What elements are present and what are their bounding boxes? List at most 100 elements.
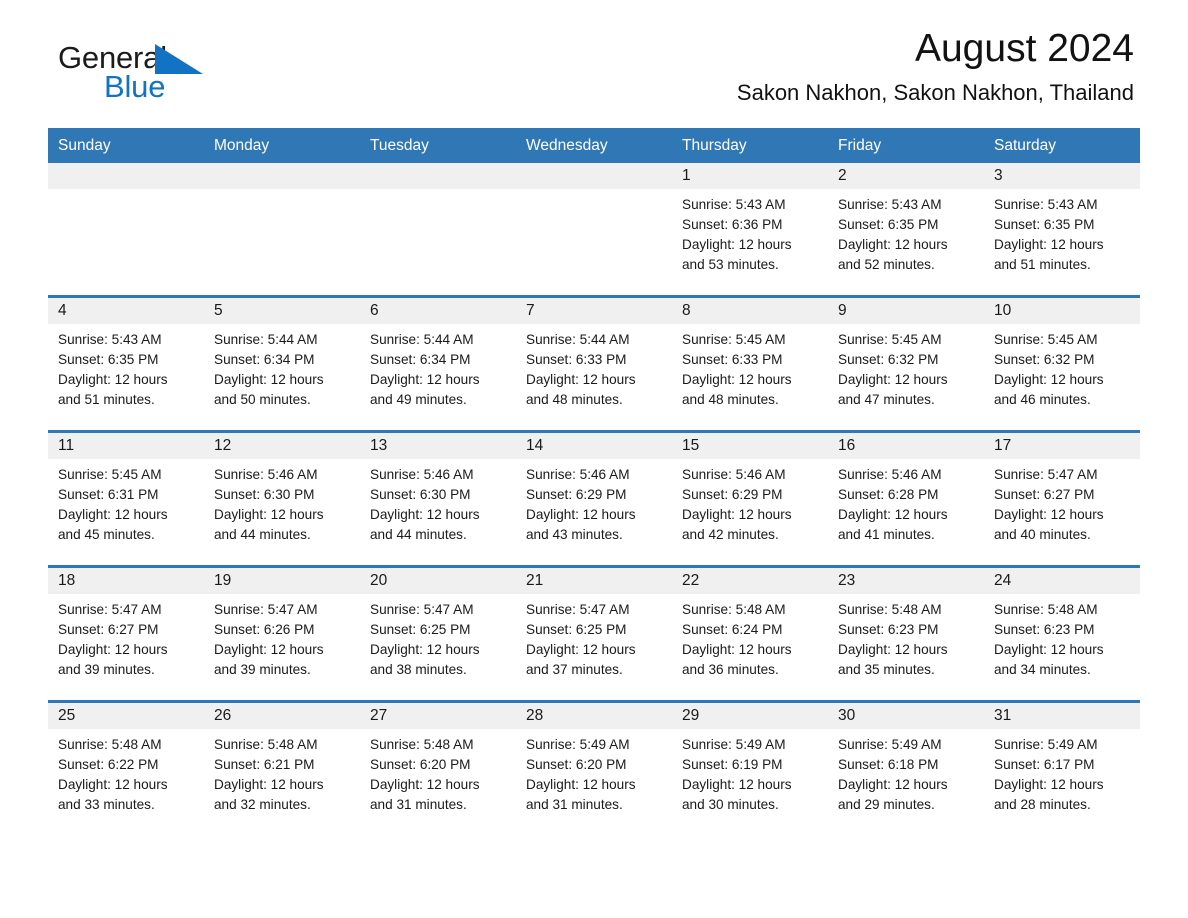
- sunset-text: Sunset: 6:25 PM: [526, 622, 627, 637]
- daylight-text-line1: Daylight: 12 hours: [994, 237, 1104, 252]
- sunrise-text: Sunrise: 5:48 AM: [994, 602, 1098, 617]
- daylight-text-line1: Daylight: 12 hours: [370, 507, 480, 522]
- sunset-text: Sunset: 6:19 PM: [682, 757, 783, 772]
- day-details: Sunrise: 5:44 AM Sunset: 6:34 PM Daylight:…: [204, 324, 360, 410]
- calendar-day-cell[interactable]: 24 Sunrise: 5:48 AM Sunset: 6:23 PM Dayligh…: [984, 568, 1140, 700]
- calendar-day-cell[interactable]: 16 Sunrise: 5:46 AM Sunset: 6:28 PM Dayligh…: [828, 433, 984, 565]
- daylight-text-line1: Daylight: 12 hours: [370, 777, 480, 792]
- day-number: 5: [204, 298, 360, 324]
- day-number: 1: [672, 163, 828, 189]
- calendar-day-cell[interactable]: 15 Sunrise: 5:46 AM Sunset: 6:29 PM Dayligh…: [672, 433, 828, 565]
- calendar-day-cell[interactable]: 2 Sunrise: 5:43 AM Sunset: 6:35 PM Daylight…: [828, 163, 984, 295]
- calendar-day-cell[interactable]: 26 Sunrise: 5:48 AM Sunset: 6:21 PM Dayligh…: [204, 703, 360, 835]
- day-details: Sunrise: 5:47 AM Sunset: 6:26 PM Daylight:…: [204, 594, 360, 680]
- daylight-text-line2: and 39 minutes.: [58, 662, 155, 677]
- sunrise-text: Sunrise: 5:47 AM: [994, 467, 1098, 482]
- calendar-day-cell[interactable]: 27 Sunrise: 5:48 AM Sunset: 6:20 PM Dayligh…: [360, 703, 516, 835]
- daylight-text-line1: Daylight: 12 hours: [682, 372, 792, 387]
- daylight-text-line1: Daylight: 12 hours: [838, 777, 948, 792]
- calendar-day-cell[interactable]: 18 Sunrise: 5:47 AM Sunset: 6:27 PM Dayligh…: [48, 568, 204, 700]
- daylight-text-line1: Daylight: 12 hours: [214, 642, 324, 657]
- day-details: Sunrise: 5:46 AM Sunset: 6:29 PM Daylight:…: [672, 459, 828, 545]
- sunrise-text: Sunrise: 5:45 AM: [58, 467, 162, 482]
- weekday-header-saturday: Saturday: [994, 137, 1057, 154]
- sunset-text: Sunset: 6:20 PM: [526, 757, 627, 772]
- calendar-day-cell[interactable]: 5 Sunrise: 5:44 AM Sunset: 6:34 PM Daylight…: [204, 298, 360, 430]
- daylight-text-line2: and 40 minutes.: [994, 527, 1091, 542]
- sunrise-text: Sunrise: 5:49 AM: [682, 737, 786, 752]
- calendar-day-cell[interactable]: 21 Sunrise: 5:47 AM Sunset: 6:25 PM Dayligh…: [516, 568, 672, 700]
- daylight-text-line1: Daylight: 12 hours: [838, 642, 948, 657]
- calendar-day-cell[interactable]: 3 Sunrise: 5:43 AM Sunset: 6:35 PM Daylight…: [984, 163, 1140, 295]
- daylight-text-line1: Daylight: 12 hours: [526, 777, 636, 792]
- sunset-text: Sunset: 6:23 PM: [994, 622, 1095, 637]
- daylight-text-line2: and 49 minutes.: [370, 392, 467, 407]
- calendar-grid: Sunday Monday Tuesday Wednesday Thursday Frid…: [48, 128, 1140, 835]
- calendar-day-cell[interactable]: 29 Sunrise: 5:49 AM Sunset: 6:19 PM Dayligh…: [672, 703, 828, 835]
- sunset-text: Sunset: 6:33 PM: [682, 352, 783, 367]
- day-details: Sunrise: 5:48 AM Sunset: 6:20 PM Daylight:…: [360, 729, 516, 815]
- sunset-text: Sunset: 6:31 PM: [58, 487, 159, 502]
- day-number: 31: [984, 703, 1140, 729]
- sunrise-text: Sunrise: 5:45 AM: [838, 332, 942, 347]
- day-details: Sunrise: 5:43 AM Sunset: 6:36 PM Daylight:…: [672, 189, 828, 275]
- day-number: 22: [672, 568, 828, 594]
- calendar-day-cell[interactable]: 19 Sunrise: 5:47 AM Sunset: 6:26 PM Dayligh…: [204, 568, 360, 700]
- daylight-text-line1: Daylight: 12 hours: [58, 642, 168, 657]
- calendar-day-cell[interactable]: 6 Sunrise: 5:44 AM Sunset: 6:34 PM Daylight…: [360, 298, 516, 430]
- calendar-day-cell[interactable]: 22 Sunrise: 5:48 AM Sunset: 6:24 PM Dayligh…: [672, 568, 828, 700]
- day-number: 16: [828, 433, 984, 459]
- day-number: 9: [828, 298, 984, 324]
- calendar-day-cell[interactable]: 17 Sunrise: 5:47 AM Sunset: 6:27 PM Dayligh…: [984, 433, 1140, 565]
- day-number: 24: [984, 568, 1140, 594]
- calendar-day-cell[interactable]: 13 Sunrise: 5:46 AM Sunset: 6:30 PM Dayligh…: [360, 433, 516, 565]
- day-number: 27: [360, 703, 516, 729]
- header-titles: August 2024 Sakon Nakhon, Sakon Nakhon, …: [737, 26, 1134, 108]
- calendar-day-cell[interactable]: 31 Sunrise: 5:49 AM Sunset: 6:17 PM Dayligh…: [984, 703, 1140, 835]
- daylight-text-line1: Daylight: 12 hours: [682, 237, 792, 252]
- sunset-text: Sunset: 6:35 PM: [994, 217, 1095, 232]
- calendar-day-cell[interactable]: 23 Sunrise: 5:48 AM Sunset: 6:23 PM Dayligh…: [828, 568, 984, 700]
- calendar-day-cell[interactable]: 9 Sunrise: 5:45 AM Sunset: 6:32 PM Daylight…: [828, 298, 984, 430]
- calendar-day-cell[interactable]: 7 Sunrise: 5:44 AM Sunset: 6:33 PM Daylight…: [516, 298, 672, 430]
- daylight-text-line2: and 30 minutes.: [682, 797, 779, 812]
- sunrise-text: Sunrise: 5:47 AM: [370, 602, 474, 617]
- day-number: 10: [984, 298, 1140, 324]
- day-details: Sunrise: 5:44 AM Sunset: 6:34 PM Daylight:…: [360, 324, 516, 410]
- calendar-day-cell[interactable]: 25 Sunrise: 5:48 AM Sunset: 6:22 PM Dayligh…: [48, 703, 204, 835]
- daylight-text-line2: and 44 minutes.: [370, 527, 467, 542]
- daylight-text-line1: Daylight: 12 hours: [370, 372, 480, 387]
- calendar-day-cell[interactable]: 8 Sunrise: 5:45 AM Sunset: 6:33 PM Daylight…: [672, 298, 828, 430]
- calendar-day-cell[interactable]: 4 Sunrise: 5:43 AM Sunset: 6:35 PM Daylight…: [48, 298, 204, 430]
- weekday-header-tuesday: Tuesday: [370, 137, 429, 154]
- daylight-text-line2: and 39 minutes.: [214, 662, 311, 677]
- daylight-text-line2: and 32 minutes.: [214, 797, 311, 812]
- calendar-day-cell[interactable]: 12 Sunrise: 5:46 AM Sunset: 6:30 PM Dayligh…: [204, 433, 360, 565]
- sunset-text: Sunset: 6:36 PM: [682, 217, 783, 232]
- calendar-week-row: 18 Sunrise: 5:47 AM Sunset: 6:27 PM Dayligh…: [48, 565, 1140, 700]
- day-number: [360, 163, 516, 189]
- calendar-day-cell[interactable]: 28 Sunrise: 5:49 AM Sunset: 6:20 PM Dayligh…: [516, 703, 672, 835]
- sunrise-text: Sunrise: 5:49 AM: [838, 737, 942, 752]
- calendar-day-cell[interactable]: 20 Sunrise: 5:47 AM Sunset: 6:25 PM Dayligh…: [360, 568, 516, 700]
- calendar-day-cell-empty: [48, 163, 204, 295]
- blue-triangle-flag-icon: [155, 44, 203, 74]
- sunset-text: Sunset: 6:35 PM: [58, 352, 159, 367]
- daylight-text-line1: Daylight: 12 hours: [994, 642, 1104, 657]
- calendar-day-cell[interactable]: 30 Sunrise: 5:49 AM Sunset: 6:18 PM Dayligh…: [828, 703, 984, 835]
- calendar-day-cell[interactable]: 1 Sunrise: 5:43 AM Sunset: 6:36 PM Daylight…: [672, 163, 828, 295]
- sunset-text: Sunset: 6:32 PM: [994, 352, 1095, 367]
- calendar-day-cell[interactable]: 14 Sunrise: 5:46 AM Sunset: 6:29 PM Dayligh…: [516, 433, 672, 565]
- day-details: Sunrise: 5:49 AM Sunset: 6:19 PM Daylight:…: [672, 729, 828, 815]
- daylight-text-line2: and 48 minutes.: [682, 392, 779, 407]
- brand-logo[interactable]: General Blue: [58, 42, 228, 114]
- sunrise-text: Sunrise: 5:47 AM: [214, 602, 318, 617]
- daylight-text-line1: Daylight: 12 hours: [994, 372, 1104, 387]
- calendar-day-cell[interactable]: 11 Sunrise: 5:45 AM Sunset: 6:31 PM Dayligh…: [48, 433, 204, 565]
- calendar-day-cell[interactable]: 10 Sunrise: 5:45 AM Sunset: 6:32 PM Dayligh…: [984, 298, 1140, 430]
- sunset-text: Sunset: 6:25 PM: [370, 622, 471, 637]
- sunrise-text: Sunrise: 5:46 AM: [838, 467, 942, 482]
- sunset-text: Sunset: 6:27 PM: [58, 622, 159, 637]
- daylight-text-line2: and 46 minutes.: [994, 392, 1091, 407]
- sunset-text: Sunset: 6:30 PM: [370, 487, 471, 502]
